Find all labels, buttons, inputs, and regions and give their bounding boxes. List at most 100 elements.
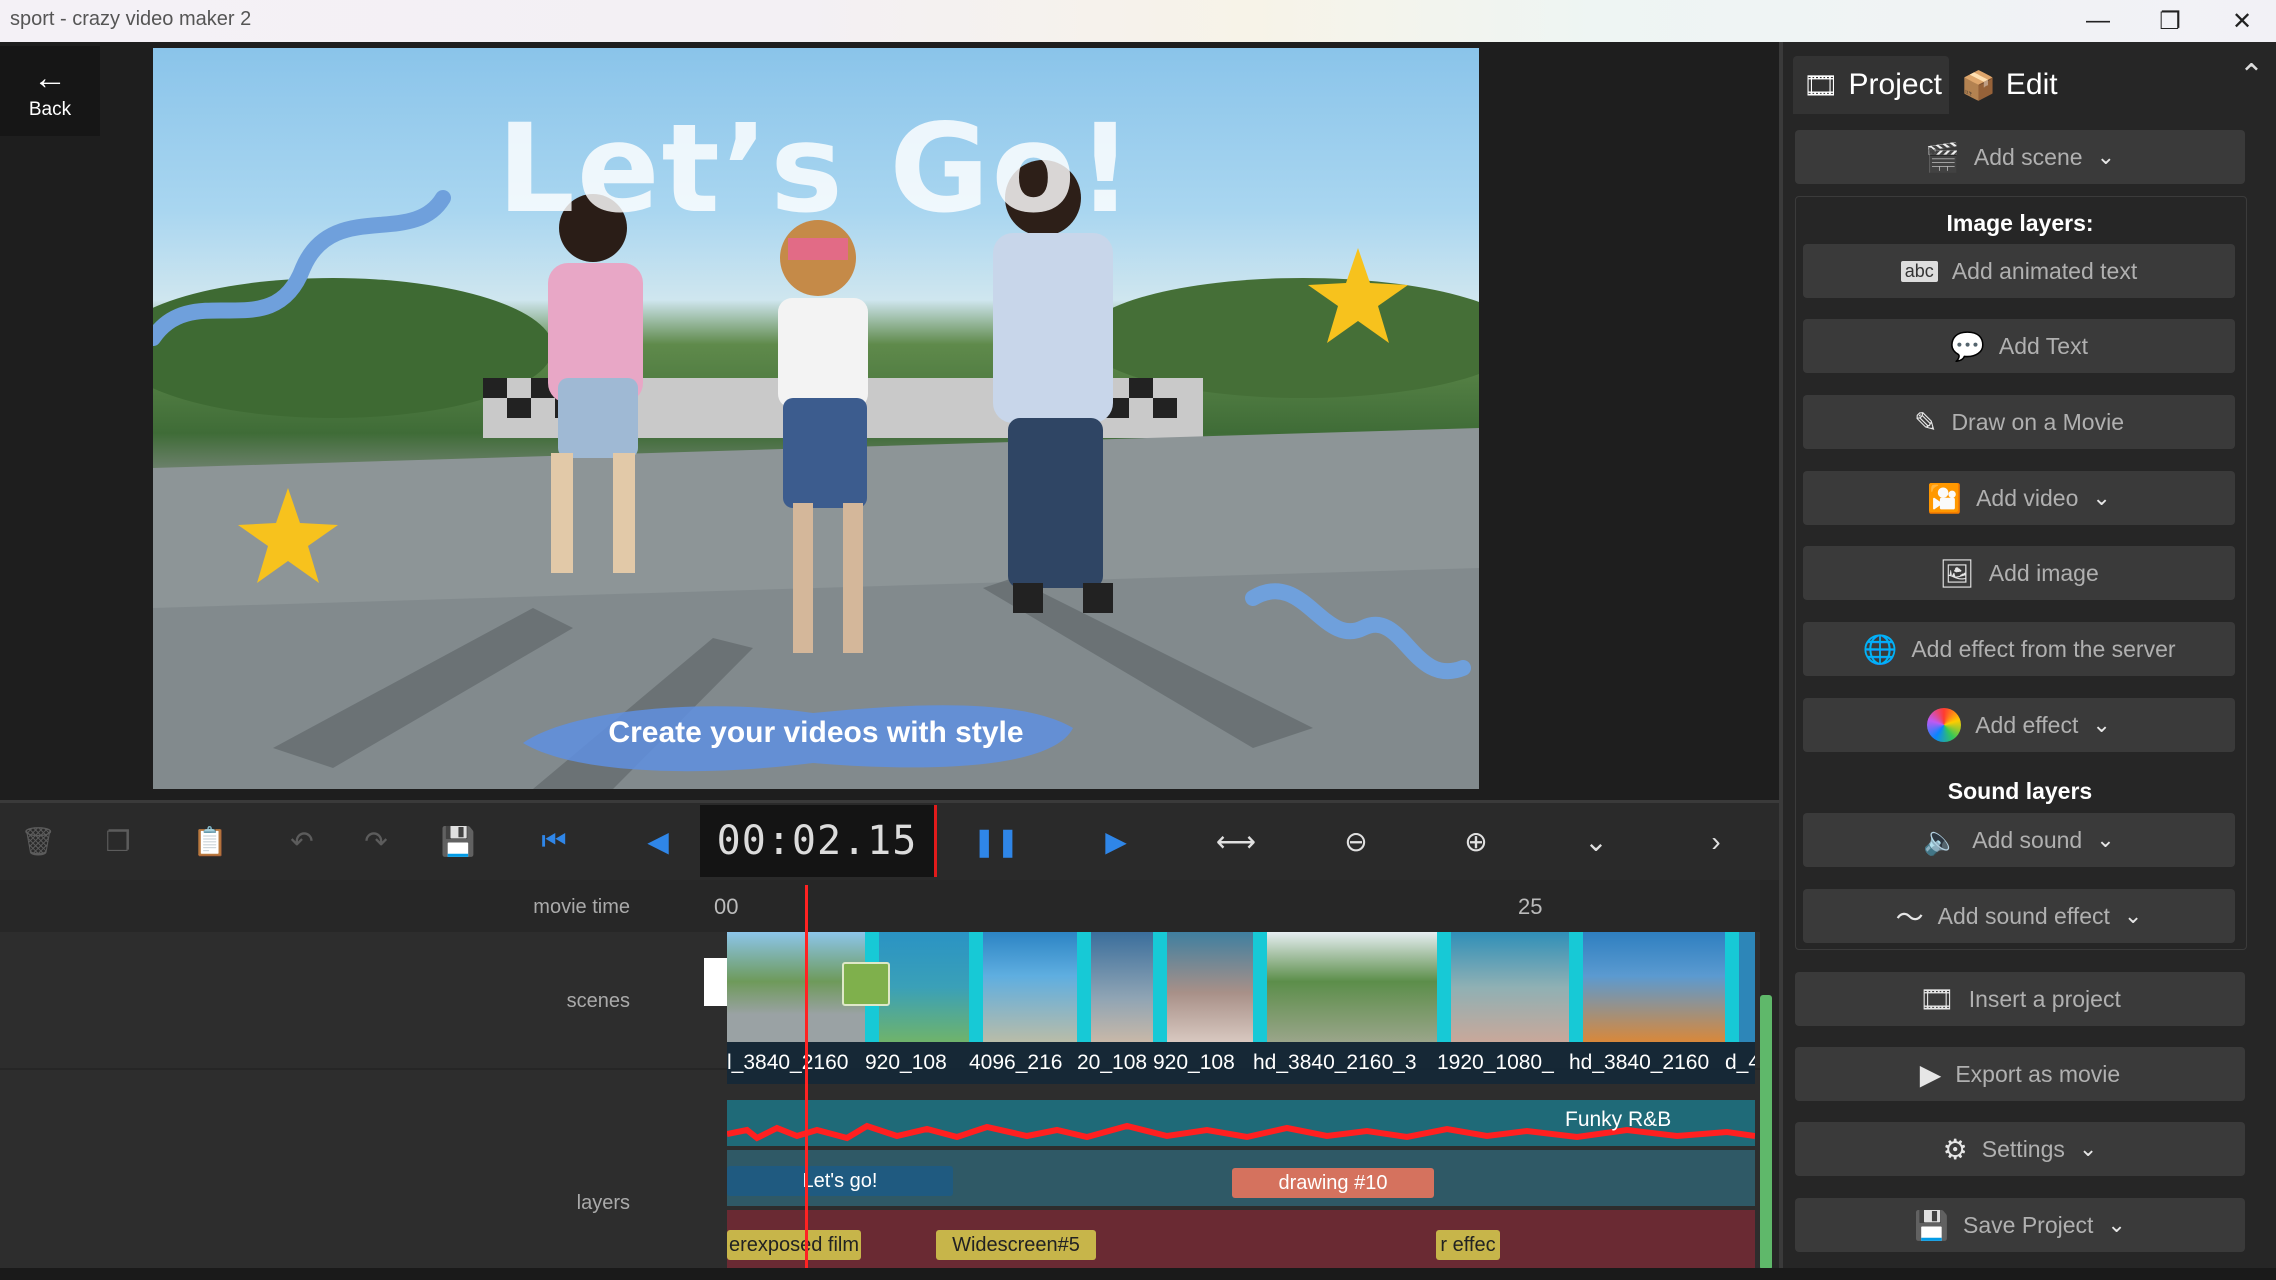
pause-icon[interactable]: ❚❚ [966, 803, 1026, 880]
minimize-button[interactable]: — [2062, 0, 2134, 42]
effect-clip[interactable]: erexposed film [727, 1230, 861, 1260]
scene-clip[interactable]: 4096_216 [969, 932, 1077, 1084]
button-label: Add effect from the server [1911, 635, 2176, 662]
effect-track-bg [727, 1210, 1755, 1268]
chevron-down-icon: ⌄ [2078, 1136, 2098, 1161]
clapperboard-icon: 🎬 [1924, 141, 1960, 173]
add-image-button[interactable]: 🖼 Add image [1803, 546, 2235, 600]
layers-label: layers [576, 1192, 630, 1214]
layer-clip[interactable]: drawing #10 [1232, 1168, 1434, 1198]
scene-label: hd_3840_2160_3 [1253, 1042, 1437, 1084]
playhead[interactable] [805, 885, 808, 1280]
add-scene-button[interactable]: 🎬 Add scene ⌄ [1795, 130, 2245, 184]
button-label: Save Project [1963, 1211, 2094, 1238]
zoom-out-icon[interactable]: ⊖ [1326, 803, 1386, 880]
timecode-display: 00:02.15 [700, 805, 937, 877]
arrow-left-icon: ← [33, 59, 67, 97]
add-text-button[interactable]: 💬 Add Text [1803, 319, 2235, 373]
paste-icon[interactable]: 📋 [180, 803, 240, 880]
insert-project-button[interactable]: 🎞 Insert a project [1795, 972, 2245, 1026]
copy-icon[interactable]: ❐ [88, 803, 148, 880]
film-strip-icon: 🎞 [1919, 983, 1955, 1015]
chevron-down-icon: ⌄ [2096, 144, 2115, 169]
video-frame-icon: 🎦 [1927, 482, 1963, 514]
save-project-button[interactable]: 💾 Save Project ⌄ [1795, 1198, 2245, 1252]
scene-clip[interactable]: d_4 [1725, 932, 1755, 1084]
scene-label: 4096_216 [969, 1042, 1077, 1084]
chevron-up-icon[interactable]: ⌃ [2239, 58, 2264, 93]
status-strip [0, 1268, 2276, 1280]
zoom-in-icon[interactable]: ⊕ [1446, 803, 1506, 880]
time-ruler[interactable]: movie time 00 25 [0, 880, 1760, 932]
undo-icon[interactable]: ↶ [272, 803, 332, 880]
tab-edit[interactable]: 📦 Edit [1951, 56, 2071, 114]
add-effect-from-server-button[interactable]: 🌐 Add effect from the server [1803, 622, 2235, 676]
audio-clip-label: Funky R&B [1565, 1108, 1672, 1131]
button-label: Add image [1988, 559, 2099, 586]
back-label: Back [28, 99, 72, 120]
speaker-icon: 🔈 [1923, 824, 1959, 856]
tab-edit-label: Edit [2005, 68, 2058, 101]
trash-icon[interactable]: 🗑 [8, 803, 68, 880]
scene-clip[interactable]: 920_108 [865, 932, 969, 1084]
image-icon: 🖼 [1939, 557, 1975, 589]
step-back-icon[interactable]: ◀ [628, 803, 688, 880]
scene-clip[interactable]: l_3840_2160 [727, 932, 865, 1084]
effect-clip[interactable]: Widescreen#5 [936, 1230, 1096, 1260]
ruler-mark: 00 [714, 894, 739, 919]
restore-button[interactable]: ❐ [2134, 0, 2206, 42]
draw-on-movie-button[interactable]: ✎ Draw on a Movie [1803, 395, 2235, 449]
add-video-button[interactable]: 🎦 Add video ⌄ [1803, 471, 2235, 525]
button-label: Add animated text [1951, 257, 2138, 284]
fit-width-icon[interactable]: ⟷ [1206, 803, 1266, 880]
add-sound-effect-button[interactable]: 〜 Add sound effect ⌄ [1803, 889, 2235, 943]
tab-project[interactable]: 🎞 Project [1793, 56, 1949, 114]
step-forward-icon[interactable]: ▶ [1086, 803, 1146, 880]
box-icon: 📦 [1961, 69, 1996, 101]
save-frame-icon[interactable]: 💾 [428, 803, 488, 880]
back-button[interactable]: ← Back [0, 46, 100, 136]
button-label: Add sound [1972, 826, 2083, 853]
settings-button[interactable]: ⚙ Settings ⌄ [1795, 1122, 2245, 1176]
image-transition-icon[interactable] [842, 962, 890, 1006]
button-label: Settings [1981, 1135, 2065, 1162]
chevron-down-icon: ⌄ [2123, 903, 2143, 928]
scene-label: 920_108 [865, 1042, 969, 1084]
add-effect-button[interactable]: Add effect ⌄ [1803, 698, 2235, 752]
floppy-disk-icon: 💾 [1914, 1209, 1950, 1241]
chevron-down-icon: ⌄ [2107, 1212, 2126, 1237]
chevron-down-icon: ⌄ [2092, 485, 2111, 510]
close-button[interactable]: ✕ [2206, 0, 2276, 42]
layer-clip[interactable]: Let's go! [727, 1166, 953, 1196]
preview-headline: Let’s Go! [497, 98, 1135, 240]
timeline-scrollbar[interactable] [1760, 995, 1772, 1270]
scene-clip[interactable]: 920_108 [1153, 932, 1253, 1084]
color-wheel-icon [1927, 708, 1962, 742]
scene-clip[interactable]: 1920_1080_ [1437, 932, 1569, 1084]
gear-icon: ⚙ [1942, 1133, 1968, 1165]
sound-layers-title: Sound layers [1947, 778, 2093, 804]
skip-to-start-icon[interactable]: ⏮ [524, 803, 584, 880]
scene-clip[interactable]: 20_108 [1077, 932, 1153, 1084]
effect-clip[interactable]: r effec [1436, 1230, 1500, 1260]
chevron-down-icon: ⌄ [2092, 712, 2111, 737]
window-title: sport - crazy video maker 2 [10, 8, 252, 30]
playback-toolbar: 🗑 ❐ 📋 ↶ ↷ 💾 ⏮ ◀ 00:02.15 ❚❚ ▶ ⟷ ⊖ ⊕ ⌄ › [0, 800, 1779, 880]
add-animated-text-button[interactable]: abc Add animated text [1803, 244, 2235, 298]
scene-label: 20_108 [1077, 1042, 1153, 1084]
ruler-label: movie time [533, 896, 630, 918]
play-box-icon: ▶ [1919, 1058, 1942, 1090]
scene-label: d_4 [1725, 1042, 1755, 1084]
speech-bubble-icon: 💬 [1950, 330, 1985, 362]
add-sound-button[interactable]: 🔈 Add sound ⌄ [1803, 813, 2235, 867]
video-preview[interactable]: Let’s Go! Create your videos with style [153, 48, 1479, 789]
redo-icon[interactable]: ↷ [346, 803, 406, 880]
button-label: Draw on a Movie [1951, 408, 2125, 435]
scene-clip[interactable]: hd_3840_2160 [1569, 932, 1725, 1084]
audio-clip[interactable]: Funky R&B [727, 1100, 1755, 1146]
export-movie-button[interactable]: ▶ Export as movie [1795, 1047, 2245, 1101]
scene-clip[interactable]: hd_3840_2160_3 [1253, 932, 1437, 1084]
chevron-down-icon[interactable]: ⌄ [1566, 803, 1626, 880]
chevron-right-icon[interactable]: › [1686, 803, 1746, 880]
chevron-down-icon: ⌄ [2096, 827, 2115, 852]
